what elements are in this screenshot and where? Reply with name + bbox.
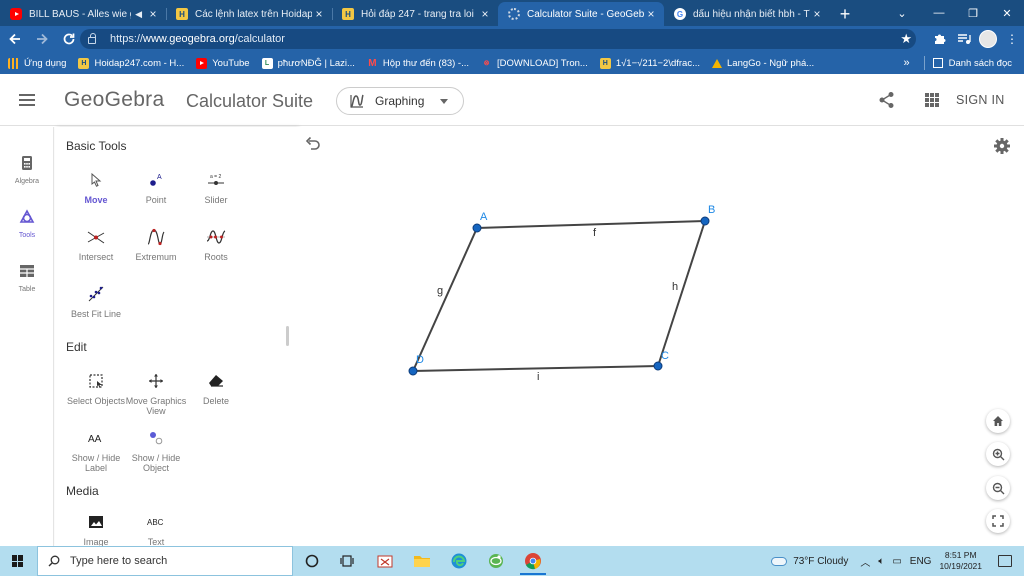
system-tray: 73°F Cloudy ︿ 🔈︎ ▭ ENG 8:51 PM 10/19/202…: [771, 546, 1024, 576]
geometry-figure: f h i g A B C D: [408, 204, 715, 383]
point-D[interactable]: [408, 366, 418, 376]
segment-label-i: i: [537, 371, 539, 383]
weather-widget[interactable]: 73°F Cloudy: [771, 556, 848, 567]
fullscreen-icon: [992, 515, 1004, 527]
segment-h[interactable]: [657, 220, 706, 367]
notification-icon[interactable]: [998, 555, 1012, 567]
chevron-up-icon[interactable]: ︿: [860, 554, 870, 569]
weather-text: 73°F Cloudy: [793, 555, 849, 567]
clock[interactable]: 8:51 PM 10/19/2021: [939, 550, 982, 572]
fullscreen-button[interactable]: [986, 509, 1010, 533]
segment-g[interactable]: [412, 227, 478, 372]
point-label-A: A: [480, 211, 488, 223]
point-label-B: B: [708, 204, 715, 216]
point-A[interactable]: [472, 223, 482, 233]
zoom-in-icon: [992, 448, 1004, 460]
home-icon: [993, 416, 1003, 426]
task-view-icon[interactable]: [338, 551, 358, 571]
point-label-C: C: [661, 350, 669, 362]
segment-label-g: g: [437, 285, 443, 297]
windows-start-icon[interactable]: [12, 555, 24, 567]
snipping-tool-icon[interactable]: [375, 551, 395, 571]
segment-label-h: h: [672, 281, 678, 293]
zoom-out-icon: [992, 482, 1004, 494]
active-app-indicator: [520, 573, 546, 575]
chrome-icon[interactable]: [523, 551, 543, 571]
segment-f[interactable]: [476, 220, 706, 229]
segment-i[interactable]: [412, 365, 659, 372]
segment-label-f: f: [593, 227, 597, 239]
point-B[interactable]: [700, 216, 710, 226]
file-explorer-icon[interactable]: [412, 551, 432, 571]
edge-icon[interactable]: [449, 551, 469, 571]
battery-icon[interactable]: ▭: [892, 556, 901, 567]
clock-time: 8:51 PM: [944, 550, 977, 560]
zoom-in-button[interactable]: [986, 442, 1010, 466]
language-indicator[interactable]: ENG: [910, 556, 932, 567]
point-label-D: D: [416, 354, 424, 366]
point-layer: A B C D: [408, 204, 715, 376]
point-C[interactable]: [653, 361, 663, 371]
clock-date: 10/19/2021: [939, 561, 982, 571]
geogebra-app-icon[interactable]: [486, 551, 506, 571]
zoom-out-button[interactable]: [986, 476, 1010, 500]
os-taskbar: Type here to search 73°F Cloudy ︿ 🔈︎ ▭ E…: [0, 546, 1024, 576]
search-placeholder: Type here to search: [70, 555, 168, 567]
home-view-button[interactable]: [986, 409, 1010, 433]
cloud-icon: [771, 556, 788, 566]
taskbar-search-input[interactable]: Type here to search: [37, 546, 293, 576]
search-icon: [48, 555, 60, 567]
volume-icon[interactable]: 🔈︎: [878, 556, 884, 567]
cortana-icon[interactable]: [302, 551, 322, 571]
